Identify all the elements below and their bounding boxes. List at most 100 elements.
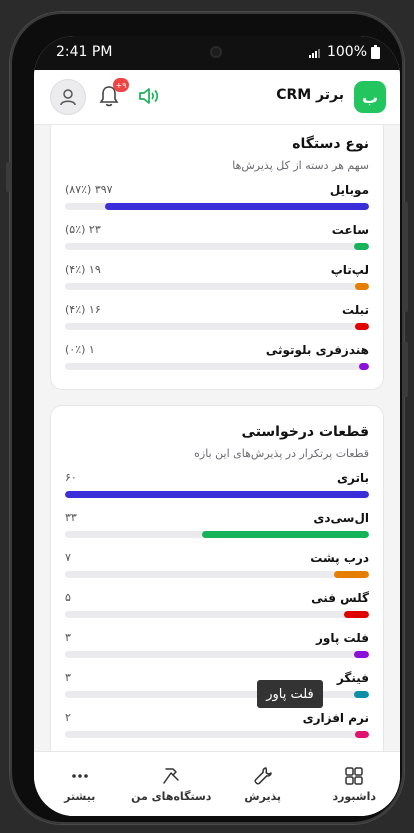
list-row[interactable]: موبایل ۳۹۷ (۸۷٪) xyxy=(65,183,369,223)
nav-my-devices[interactable]: دستگاه‌های من xyxy=(126,752,218,816)
nav-label: پذیرش xyxy=(244,789,282,803)
progress-fill xyxy=(353,651,369,658)
side-button xyxy=(6,162,11,192)
status-bar: 2:41 PM 100% xyxy=(34,36,400,70)
progress-track xyxy=(65,323,369,330)
battery-percent: 100% xyxy=(326,44,367,60)
side-button xyxy=(403,202,408,312)
list-row[interactable]: تبلت ۱۶ (۴٪) xyxy=(65,303,369,343)
progress-track xyxy=(65,491,369,498)
progress-fill xyxy=(354,283,369,290)
user-avatar-button[interactable] xyxy=(50,79,86,115)
progress-track xyxy=(65,731,369,738)
row-value: ۷ xyxy=(65,551,71,564)
list-row[interactable]: فلت پاور ۳ xyxy=(65,631,369,671)
progress-track xyxy=(65,243,369,250)
card-subtitle: سهم هر دسته از کل پذیرش‌ها xyxy=(232,159,369,172)
bottom-nav: داشبورد پذیرش دستگاه‌های من بیشتر xyxy=(34,751,400,816)
row-value: ۳۳ xyxy=(65,511,77,524)
nav-label: دستگاه‌های من xyxy=(131,789,212,803)
signal-icon xyxy=(308,49,320,58)
row-value: ۳۹۷ (۸۷٪) xyxy=(65,183,113,196)
progress-fill xyxy=(65,491,369,498)
side-button xyxy=(403,342,408,397)
progress-fill xyxy=(354,731,369,738)
row-value: ۱۶ (۴٪) xyxy=(65,303,101,316)
row-value: ۵ xyxy=(65,591,71,604)
screen: 2:41 PM 100% ب برتر CRM +۹ نوع دستگاه سه… xyxy=(34,36,400,816)
row-label: نرم افزاری xyxy=(302,711,369,725)
device-type-card: نوع دستگاه سهم هر دسته از کل پذیرش‌ها مو… xyxy=(50,125,384,390)
row-value: ۳ xyxy=(65,671,71,684)
row-label: ال‌سی‌دی xyxy=(313,511,369,525)
row-label: باتری xyxy=(337,471,369,485)
row-value: ۱۹ (۴٪) xyxy=(65,263,101,276)
progress-track xyxy=(65,571,369,578)
row-label: هندزفری بلوتوثی xyxy=(265,343,369,357)
list-row[interactable]: فینگر ۳ xyxy=(65,671,369,711)
list-row[interactable]: ساعت ۲۳ (۵٪) xyxy=(65,223,369,263)
row-label: تبلت xyxy=(341,303,369,317)
progress-track xyxy=(65,651,369,658)
row-label: موبایل xyxy=(329,183,369,197)
progress-fill xyxy=(201,531,369,538)
row-label: گلس فنی xyxy=(311,591,369,605)
progress-fill xyxy=(353,243,369,250)
row-value: ۲۳ (۵٪) xyxy=(65,223,101,236)
nav-label: داشبورد xyxy=(332,789,377,803)
row-label: فینگر xyxy=(336,671,369,685)
row-label: ساعت xyxy=(331,223,369,237)
status-time: 2:41 PM xyxy=(56,44,113,60)
requested-parts-card: قطعات درخواستی قطعات پرتکرار در پذیرش‌ها… xyxy=(50,405,384,752)
row-label: لپ‌تاپ xyxy=(330,263,369,277)
progress-fill xyxy=(353,691,369,698)
battery-icon xyxy=(371,45,380,59)
nav-dashboard[interactable]: داشبورد xyxy=(309,752,401,816)
nav-label: بیشتر xyxy=(64,789,96,803)
dashboard-icon xyxy=(345,766,363,785)
camera-icon xyxy=(210,46,222,58)
progress-fill xyxy=(343,611,369,618)
notification-badge: +۹ xyxy=(113,78,129,92)
more-dots-icon xyxy=(71,773,88,778)
brand-logo: ب xyxy=(354,81,386,113)
nav-more[interactable]: بیشتر xyxy=(34,752,126,816)
app-header: ب برتر CRM +۹ xyxy=(34,70,400,125)
list-row[interactable]: باتری ۶۰ xyxy=(65,471,369,511)
progress-fill xyxy=(104,203,369,210)
progress-fill xyxy=(359,363,369,370)
row-value: ۳ xyxy=(65,631,71,644)
progress-track xyxy=(65,283,369,290)
chart-tooltip: فلت پاور xyxy=(257,680,323,708)
progress-track xyxy=(65,611,369,618)
row-label: درب پشت xyxy=(310,551,369,565)
list-row[interactable]: درب پشت ۷ xyxy=(65,551,369,591)
progress-track xyxy=(65,531,369,538)
status-right: 100% xyxy=(308,44,380,60)
progress-track xyxy=(65,691,369,698)
progress-track xyxy=(65,363,369,370)
list-row[interactable]: هندزفری بلوتوثی ۱ (۰٪) xyxy=(65,343,369,383)
nav-reception[interactable]: پذیرش xyxy=(217,752,309,816)
list-row[interactable]: گلس فنی ۵ xyxy=(65,591,369,631)
brand-name: برتر CRM xyxy=(276,87,344,103)
phone-frame: 2:41 PM 100% ب برتر CRM +۹ نوع دستگاه سه… xyxy=(6,12,408,824)
list-row[interactable]: ال‌سی‌دی ۳۳ xyxy=(65,511,369,551)
user-icon xyxy=(60,89,76,106)
list-row[interactable]: لپ‌تاپ ۱۹ (۴٪) xyxy=(65,263,369,303)
speaker-icon[interactable] xyxy=(138,86,160,106)
row-value: ۶۰ xyxy=(65,471,77,484)
main-content[interactable]: نوع دستگاه سهم هر دسته از کل پذیرش‌ها مو… xyxy=(34,125,400,752)
list-row[interactable]: نرم افزاری ۲ xyxy=(65,711,369,751)
hammer-icon xyxy=(163,767,179,784)
card-title: قطعات درخواستی xyxy=(241,424,369,440)
progress-fill xyxy=(354,323,369,330)
card-subtitle: قطعات پرتکرار در پذیرش‌های این بازه xyxy=(194,447,369,460)
progress-track xyxy=(65,203,369,210)
row-value: ۲ xyxy=(65,711,71,724)
row-value: ۱ (۰٪) xyxy=(65,343,95,356)
wrench-icon xyxy=(254,766,272,785)
progress-fill xyxy=(333,571,369,578)
card-title: نوع دستگاه xyxy=(292,136,369,152)
row-label: فلت پاور xyxy=(315,631,369,645)
